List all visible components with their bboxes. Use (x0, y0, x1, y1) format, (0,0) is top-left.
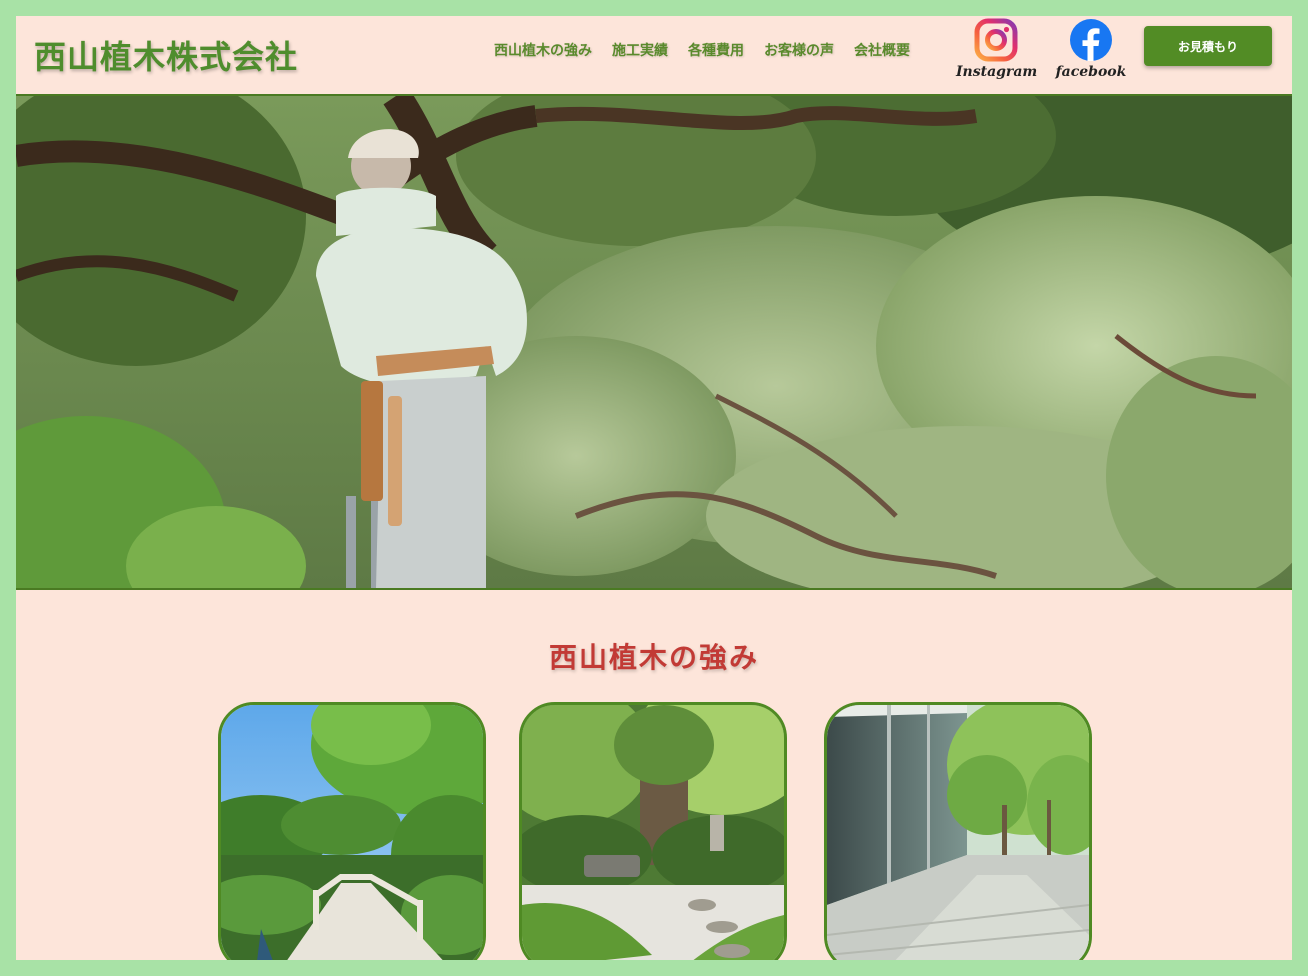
strengths-title: 西山植木の強み (548, 641, 759, 674)
site-header: 西山植木株式会社 西山植木の強み 施工実績 各種費用 お客様の声 会社概要 In… (16, 16, 1292, 94)
facebook-label: facebook (1055, 64, 1127, 80)
building-walkway-trees (827, 705, 1089, 960)
site-logo[interactable]: 西山植木株式会社 (34, 32, 298, 78)
quote-button[interactable]: お見積もり (1144, 26, 1272, 66)
facebook-link[interactable]: facebook (1051, 18, 1131, 84)
gardener-pruning-pine-tree (16, 96, 1292, 588)
strength-card-3[interactable] (824, 702, 1092, 960)
moss-garden-stone-path (522, 705, 784, 960)
nav-link-strengths[interactable]: 西山植木の強み (494, 40, 592, 60)
facebook-icon (1070, 19, 1112, 61)
hero-image (16, 94, 1292, 590)
nav-link-costs[interactable]: 各種費用 (688, 40, 744, 60)
strength-card-2[interactable] (519, 702, 787, 960)
instagram-link[interactable]: Instagram (956, 18, 1038, 84)
strength-card-1[interactable] (218, 702, 486, 960)
japanese-garden-bridge (221, 705, 483, 960)
nav-link-company[interactable]: 会社概要 (854, 40, 910, 60)
main-nav: 西山植木の強み 施工実績 各種費用 お客様の声 会社概要 (494, 40, 910, 60)
nav-link-works[interactable]: 施工実績 (612, 40, 668, 60)
instagram-label: Instagram (956, 64, 1038, 80)
nav-link-reviews[interactable]: お客様の声 (764, 40, 834, 60)
instagram-icon (974, 18, 1018, 62)
page: 西山植木株式会社 西山植木の強み 施工実績 各種費用 お客様の声 会社概要 In… (16, 16, 1292, 960)
